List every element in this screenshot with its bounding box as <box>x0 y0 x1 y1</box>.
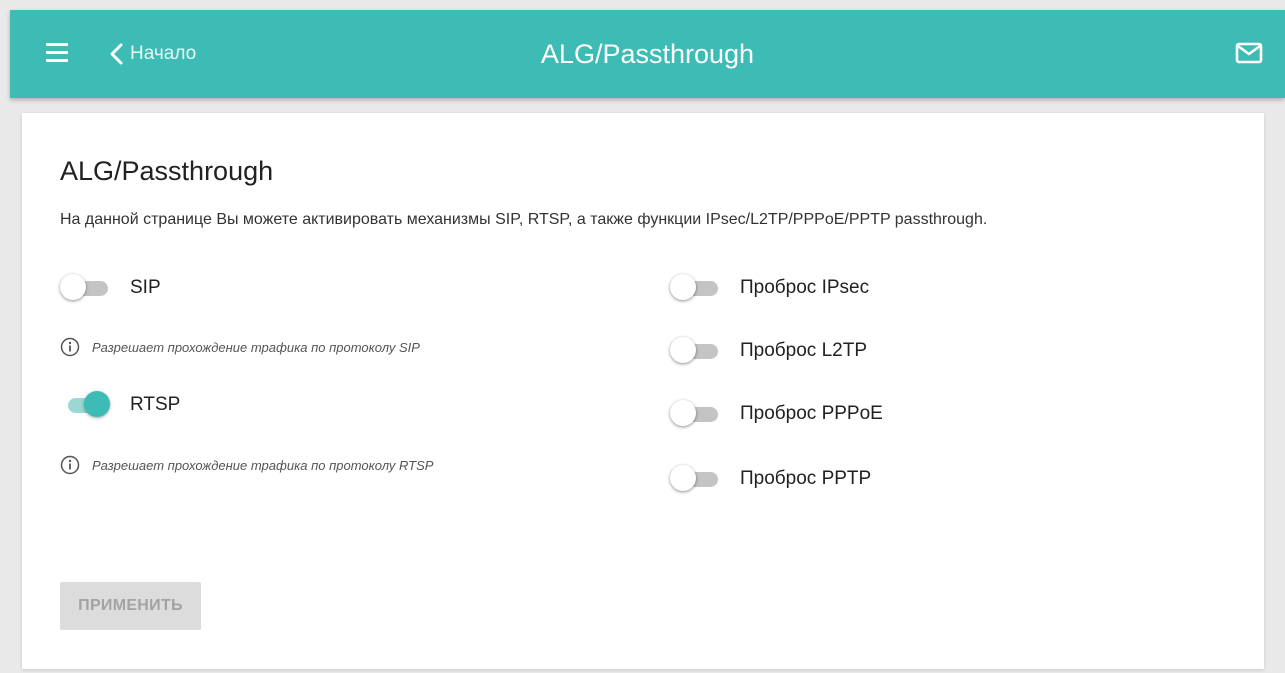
ipsec-label: Проброс IPsec <box>740 277 870 298</box>
pppoe-switch[interactable] <box>670 400 720 428</box>
toggle-rtsp[interactable]: RTSP <box>60 391 180 419</box>
rtsp-hint-text: Разрешает прохождение трафика по протоко… <box>92 457 434 473</box>
back-link-label: Начало <box>130 43 197 64</box>
pppoe-label: Проброс PPPoE <box>740 403 883 424</box>
header-title: ALG/Passthrough <box>540 39 755 69</box>
toggle-sip[interactable]: SIP <box>60 274 161 302</box>
sip-label: SIP <box>130 277 161 298</box>
pptp-switch[interactable] <box>670 465 720 493</box>
apply-button[interactable]: ПРИМЕНИТЬ <box>60 582 201 630</box>
pptp-label: Проброс PPTP <box>740 468 872 489</box>
page-description: На данной странице Вы можете активироват… <box>60 211 988 228</box>
rtsp-switch[interactable] <box>60 391 110 419</box>
hamburger-icon[interactable] <box>46 43 68 63</box>
toggle-l2tp[interactable]: Проброс L2TP <box>670 337 867 365</box>
rtsp-hint: Разрешает прохождение трафика по протоко… <box>60 455 433 475</box>
l2tp-switch[interactable] <box>670 337 720 365</box>
toggle-pppoe[interactable]: Проброс PPPoE <box>670 400 883 428</box>
l2tp-label: Проброс L2TP <box>740 340 867 361</box>
sip-hint: Разрешает прохождение трафика по протоко… <box>60 337 420 357</box>
settings-card: ALG/Passthrough На данной странице Вы мо… <box>22 113 1264 669</box>
info-icon <box>60 337 80 357</box>
rtsp-label: RTSP <box>130 394 181 415</box>
info-icon <box>60 455 80 475</box>
chevron-left-icon <box>110 43 123 65</box>
ipsec-switch[interactable] <box>670 274 720 302</box>
toggle-ipsec[interactable]: Проброс IPsec <box>670 274 869 302</box>
mail-icon[interactable] <box>1235 42 1263 64</box>
sip-switch[interactable] <box>60 274 110 302</box>
back-link[interactable]: Начало <box>108 36 196 72</box>
page-title: ALG/Passthrough <box>60 156 274 186</box>
toggle-pptp[interactable]: Проброс PPTP <box>670 465 871 493</box>
top-bar: Начало ALG/Passthrough <box>10 10 1285 98</box>
sip-hint-text: Разрешает прохождение трафика по протоко… <box>92 339 420 355</box>
